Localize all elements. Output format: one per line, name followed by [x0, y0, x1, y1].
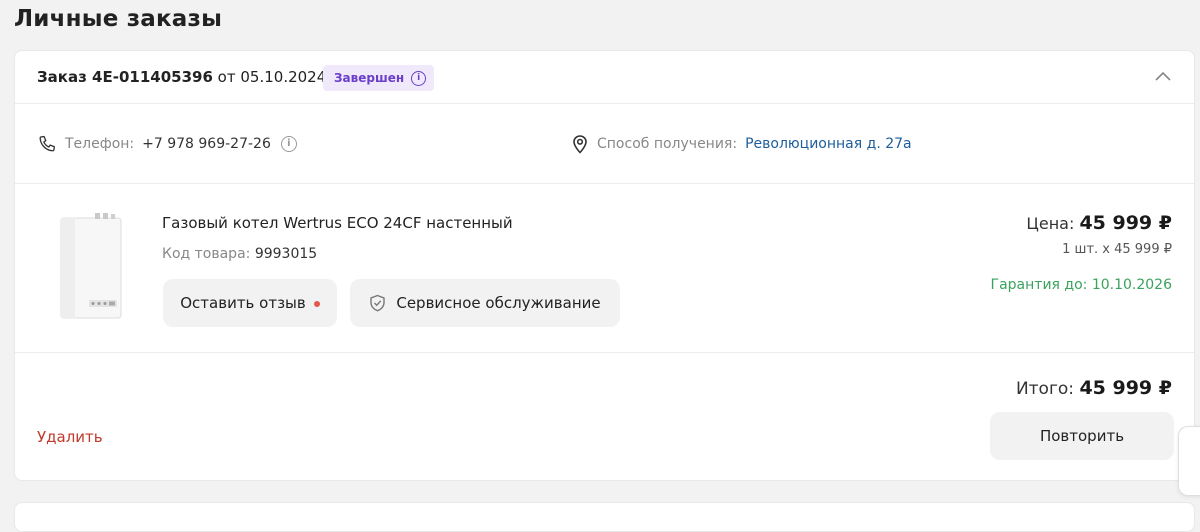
phone-block: Телефон: +7 978 969-27-26 i [37, 134, 297, 154]
page-title: Личные заказы [14, 6, 223, 32]
delivery-block: Способ получения: Революционная д. 27а [571, 134, 912, 154]
order-footer: Итого: 45 999 ₽ Удалить Повторить [15, 353, 1194, 482]
next-order-card[interactable] [14, 502, 1195, 532]
order-date: 05.10.2024 [240, 68, 327, 86]
service-button[interactable]: Сервисное обслуживание [350, 279, 620, 327]
product-image[interactable] [57, 210, 127, 322]
order-title: Заказ 4E-011405396 от 05.10.2024 [37, 68, 326, 86]
price-label: Цена: [1026, 214, 1075, 233]
status-label: Завершен [334, 71, 405, 85]
order-number: 4E-011405396 [92, 68, 213, 86]
warranty-label: Гарантия до: [990, 277, 1088, 293]
status-badge: Завершен i [323, 65, 435, 91]
delivery-label: Способ получения: [597, 136, 738, 152]
warranty: Гарантия до: 10.10.2026 [991, 277, 1172, 293]
delivery-address-link[interactable]: Революционная д. 27а [745, 136, 912, 152]
repeat-order-button[interactable]: Повторить [990, 412, 1174, 460]
order-date-prefix: от [217, 68, 236, 86]
order-label: Заказ [37, 68, 87, 86]
order-item: Газовый котел Wertrus ECO 24CF настенный… [15, 184, 1194, 353]
status-info-icon[interactable]: i [411, 70, 427, 86]
delete-order-link[interactable]: Удалить [37, 428, 103, 446]
chevron-up-icon[interactable] [1154, 69, 1172, 83]
order-header[interactable]: Заказ 4E-011405396 от 05.10.2024 Заверше… [15, 51, 1194, 104]
product-name[interactable]: Газовый котел Wertrus ECO 24CF настенный [162, 214, 513, 232]
total-value: 45 999 ₽ [1079, 377, 1172, 399]
notification-dot-icon [313, 301, 320, 307]
order-contacts: Телефон: +7 978 969-27-26 i Способ получ… [15, 104, 1194, 184]
leave-review-button[interactable]: Оставить отзыв [163, 279, 337, 327]
phone-label: Телефон: [65, 136, 135, 152]
item-quantity: 1 шт. х 45 999 ₽ [1062, 242, 1172, 257]
shield-check-icon [370, 294, 386, 312]
leave-review-label: Оставить отзыв [180, 294, 306, 312]
product-sku: Код товара: 9993015 [162, 246, 317, 262]
phone-icon [39, 135, 55, 152]
phone-value: +7 978 969-27-26 [142, 136, 271, 152]
location-pin-icon [573, 135, 587, 154]
side-widget[interactable] [1178, 426, 1200, 496]
order-card: Заказ 4E-011405396 от 05.10.2024 Заверше… [14, 50, 1195, 481]
service-label: Сервисное обслуживание [396, 294, 601, 312]
item-price: Цена: 45 999 ₽ [1026, 212, 1172, 234]
price-value: 45 999 ₽ [1079, 212, 1172, 234]
order-total: Итого: 45 999 ₽ [1016, 377, 1172, 399]
warranty-date: 10.10.2026 [1091, 277, 1172, 293]
sku-value: 9993015 [254, 246, 318, 262]
total-label: Итого: [1015, 379, 1075, 399]
sku-label: Код товара: [162, 246, 251, 262]
phone-info-icon[interactable]: i [280, 136, 297, 152]
